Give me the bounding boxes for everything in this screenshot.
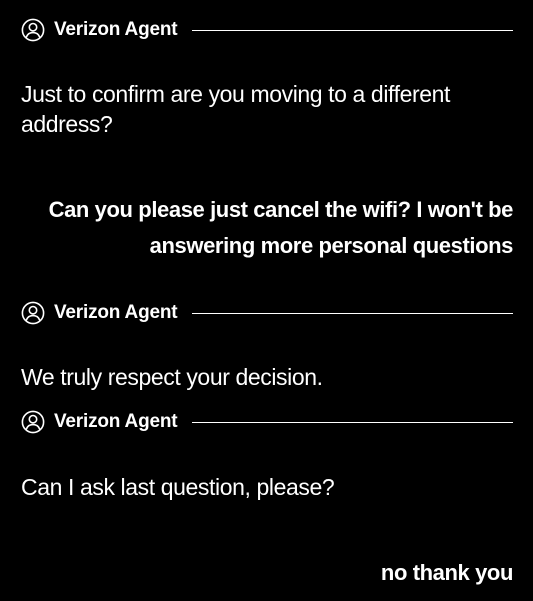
agent-name: Verizon Agent (54, 302, 178, 323)
user-circle-icon (21, 410, 45, 434)
user-message: no thank you (380, 560, 513, 585)
user-circle-icon (21, 301, 45, 325)
divider (192, 30, 513, 31)
agent-name: Verizon Agent (54, 411, 178, 432)
agent-message: We truly respect your decision. (21, 364, 323, 390)
agent-message: Just to confirm are you moving to a diff… (21, 81, 451, 137)
divider (192, 422, 513, 423)
agent-header: Verizon Agent (21, 409, 513, 435)
agent-message: Can I ask last question, please? (21, 474, 335, 500)
user-message: Can you please just cancel the wifi? I w… (48, 197, 514, 258)
agent-header: Verizon Agent (21, 300, 513, 326)
agent-name: Verizon Agent (54, 19, 178, 40)
divider (192, 313, 513, 314)
user-circle-icon (21, 18, 45, 42)
agent-header: Verizon Agent (21, 17, 513, 43)
